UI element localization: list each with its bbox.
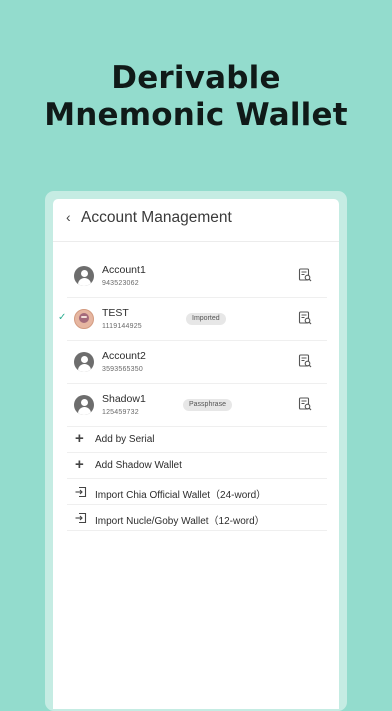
account-fingerprint: 125459732 [102, 409, 139, 416]
user-icon [74, 352, 94, 372]
back-chevron-icon[interactable]: ‹ [66, 209, 71, 225]
account-fingerprint: 943523062 [102, 280, 139, 287]
add-shadow-wallet-button[interactable]: + Add Shadow Wallet [67, 453, 327, 479]
status-badge: Imported [186, 313, 226, 325]
search-document-icon[interactable] [298, 268, 312, 282]
app-screen: ‹ Account Management Account1 943523062 … [53, 199, 339, 709]
add-by-serial-button[interactable]: + Add by Serial [67, 427, 327, 453]
import-chia-wallet-button[interactable]: Import Chia Official Wallet（24-word） [67, 479, 327, 505]
action-label: Import Chia Official Wallet（24-word） [95, 490, 267, 501]
account-row[interactable]: ✓ TEST 1119144925 Imported [58, 298, 327, 341]
plus-icon: + [75, 430, 84, 447]
search-document-icon[interactable] [298, 311, 312, 325]
headline-line2: Mnemonic Wallet [44, 97, 348, 133]
action-label: Import Nucle/Goby Wallet（12-word） [95, 516, 265, 527]
status-badge: Passphrase [183, 399, 232, 411]
action-label: Add Shadow Wallet [95, 460, 182, 471]
search-document-icon[interactable] [298, 354, 312, 368]
account-fingerprint: 3593565350 [102, 366, 143, 373]
user-icon [74, 266, 94, 286]
import-icon [75, 511, 87, 524]
account-list: Account1 943523062 ✓ TEST 1119144925 Imp… [58, 255, 327, 531]
action-label: Add by Serial [95, 434, 155, 445]
top-bar: ‹ Account Management [53, 199, 339, 242]
selected-check-icon: ✓ [58, 312, 67, 323]
account-name: Shadow1 [102, 393, 146, 405]
search-document-icon[interactable] [298, 397, 312, 411]
account-fingerprint: 1119144925 [102, 323, 142, 330]
custom-avatar-icon [74, 309, 94, 329]
page-title: Account Management [81, 209, 232, 226]
account-row[interactable]: Account1 943523062 [67, 255, 327, 298]
plus-icon: + [75, 456, 84, 473]
account-name: Account1 [102, 264, 146, 276]
import-nucle-goby-wallet-button[interactable]: Import Nucle/Goby Wallet（12-word） [67, 505, 327, 531]
import-icon [75, 485, 87, 498]
headline: Derivable Mnemonic Wallet [0, 60, 392, 134]
account-row[interactable]: Account2 3593565350 [67, 341, 327, 384]
account-name: Account2 [102, 350, 146, 362]
account-name: TEST [102, 307, 129, 319]
headline-line1: Derivable [111, 60, 281, 96]
account-row[interactable]: Shadow1 125459732 Passphrase [67, 384, 327, 427]
user-icon [74, 395, 94, 415]
